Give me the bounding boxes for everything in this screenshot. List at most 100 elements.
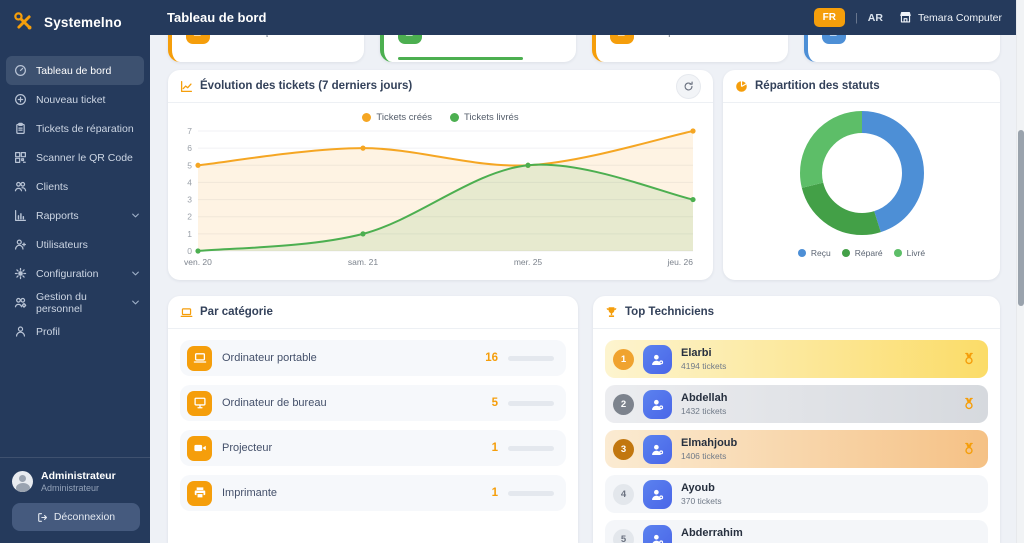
- technician-avatar-icon: [643, 389, 672, 419]
- category-label: Ordinateur portable: [222, 352, 317, 364]
- technician-avatar-icon: [643, 344, 672, 374]
- trophy-icon: [605, 306, 618, 319]
- printer-icon: [187, 480, 212, 506]
- technicians-title: Top Techniciens: [625, 306, 715, 318]
- sidebar-item-tableau-de-bord[interactable]: Tableau de bord: [6, 56, 144, 85]
- sidebar-item-utilisateurs[interactable]: Utilisateurs: [0, 230, 150, 259]
- svg-text:jeu. 26: jeu. 26: [666, 257, 693, 267]
- clipboard-icon: [14, 122, 27, 135]
- sidebar-item-label: Scanner le QR Code: [36, 151, 133, 164]
- status-distribution-card: Répartition des statuts Reçu Réparé Livr…: [723, 70, 1000, 280]
- sidebar-item-rapports[interactable]: Rapports: [0, 201, 150, 230]
- svg-text:sam. 21: sam. 21: [348, 257, 379, 267]
- technician-avatar-icon: [643, 434, 672, 464]
- category-value: 5: [491, 397, 498, 409]
- logout-label: Déconnexion: [53, 511, 116, 523]
- svg-text:5: 5: [187, 160, 192, 170]
- gauge-icon: [14, 64, 27, 77]
- technician-row-elarbi[interactable]: 1 Elarbi 4194 tickets: [605, 340, 988, 378]
- user-icon: [14, 325, 27, 338]
- users-icon: [14, 180, 27, 193]
- technician-name: Elarbi: [681, 347, 712, 360]
- sidebar-item-profil[interactable]: Profil: [0, 317, 150, 346]
- logout-button[interactable]: Déconnexion: [12, 503, 140, 531]
- sidebar-item-tickets-de-r-paration[interactable]: Tickets de réparation: [0, 114, 150, 143]
- svg-text:4: 4: [187, 177, 192, 187]
- donut-wrap: Reçu Réparé Livré: [723, 103, 1000, 258]
- video-icon: [187, 435, 212, 461]
- technician-row-ayoub[interactable]: 4 Ayoub 370 tickets: [605, 475, 988, 513]
- technician-row-abdellah[interactable]: 2 Abdellah 1432 tickets: [605, 385, 988, 423]
- svg-text:1: 1: [187, 229, 192, 239]
- sidebar-user-section: Administrateur Administrateur Déconnexio…: [0, 457, 150, 543]
- status-donut-chart: [799, 111, 924, 235]
- sidebar-item-label: Tickets de réparation: [36, 122, 134, 135]
- lang-fr-button[interactable]: FR: [813, 8, 845, 27]
- donut-legend-item: Réparé: [841, 248, 883, 258]
- chevron-down-icon: [131, 211, 140, 220]
- gear-icon: [14, 267, 27, 280]
- sidebar-item-configuration[interactable]: Configuration: [0, 259, 150, 288]
- sidebar-item-clients[interactable]: Clients: [0, 172, 150, 201]
- card-header: Par catégorie: [168, 296, 578, 329]
- legend-dot: [841, 249, 850, 257]
- tickets-evolution-card: Évolution des tickets (7 derniers jours)…: [168, 70, 713, 280]
- laptop-icon: [180, 306, 193, 319]
- page-title: Tableau de bord: [167, 10, 267, 25]
- technician-tickets: 1406 tickets: [681, 450, 727, 461]
- rank-badge: 1: [613, 348, 634, 370]
- user-plus-icon: [14, 238, 27, 251]
- tools-logo-icon: [12, 10, 36, 34]
- category-progress-bar: [508, 445, 554, 451]
- svg-text:mer. 25: mer. 25: [514, 257, 543, 267]
- rank-badge: 2: [613, 393, 634, 415]
- lang-ar-button[interactable]: AR: [868, 12, 883, 24]
- card-header: Top Techniciens: [593, 296, 1000, 329]
- sidebar-menu: Tableau de bord Nouveau ticket Tickets d…: [0, 56, 150, 346]
- rank-badge: 3: [613, 438, 634, 460]
- chevron-down-icon: [131, 269, 140, 278]
- pie-chart-icon: [735, 80, 748, 93]
- category-row-video[interactable]: Projecteur 1: [180, 430, 566, 466]
- sidebar-item-label: Tableau de bord: [36, 64, 112, 77]
- sidebar-item-label: Configuration: [36, 267, 99, 280]
- sidebar-item-gestion-du-personnel[interactable]: Gestion du personnel: [0, 288, 150, 317]
- legend-label: Tickets créés: [376, 112, 433, 123]
- sidebar-item-scanner-le-qr-code[interactable]: Scanner le QR Code: [0, 143, 150, 172]
- avatar: [12, 471, 33, 493]
- legend-item: Tickets livrés: [450, 112, 519, 123]
- scrollbar-thumb[interactable]: [1018, 130, 1024, 306]
- technician-row-abderrahim[interactable]: 5 Abderrahim 254 tickets: [605, 520, 988, 543]
- category-value: 1: [491, 442, 498, 454]
- svg-text:0: 0: [187, 246, 192, 256]
- technician-avatar-icon: [643, 524, 672, 543]
- store-icon: [899, 11, 912, 24]
- rank-badge: 4: [613, 483, 634, 505]
- refresh-button[interactable]: [676, 73, 701, 99]
- legend-dot: [797, 249, 806, 257]
- technician-row-elmahjoub[interactable]: 3 Elmahjoub 1406 tickets: [605, 430, 988, 468]
- svg-text:ven. 20: ven. 20: [184, 257, 212, 267]
- users-gear-icon: [14, 296, 27, 309]
- rank-badge: 5: [613, 528, 634, 543]
- category-row-laptop[interactable]: Ordinateur portable 16: [180, 340, 566, 376]
- category-row-printer[interactable]: Imprimante 1: [180, 475, 566, 511]
- brand: Systemelno: [0, 0, 150, 46]
- vertical-scrollbar[interactable]: [1016, 0, 1024, 543]
- tickets-line-chart: 0 1 2 3 4 5 6 7 ven. 20 sam. 21 mer. 25 jeu. 26: [184, 126, 696, 267]
- sidebar-item-nouveau-ticket[interactable]: Nouveau ticket: [0, 85, 150, 114]
- donut-legend: Reçu Réparé Livré: [797, 248, 925, 258]
- sidebar: Systemelno Tableau de bord Nouveau ticke…: [0, 0, 150, 543]
- technician-tickets: 4194 tickets: [681, 360, 727, 371]
- user-name: Administrateur: [41, 470, 116, 483]
- categories-title: Par catégorie: [200, 306, 273, 318]
- qr-icon: [14, 151, 27, 164]
- technicians-list: 1 Elarbi 4194 tickets 2 Abdellah 1432 tic…: [593, 329, 1000, 543]
- sidebar-item-label: Rapports: [36, 209, 79, 222]
- technician-avatar-icon: [643, 479, 672, 509]
- category-row-desktop[interactable]: Ordinateur de bureau 5: [180, 385, 566, 421]
- lang-separator: |: [854, 11, 858, 24]
- legend-label: Tickets livrés: [464, 112, 519, 123]
- category-progress-bar: [508, 490, 554, 496]
- legend-label: Reçu: [810, 248, 831, 258]
